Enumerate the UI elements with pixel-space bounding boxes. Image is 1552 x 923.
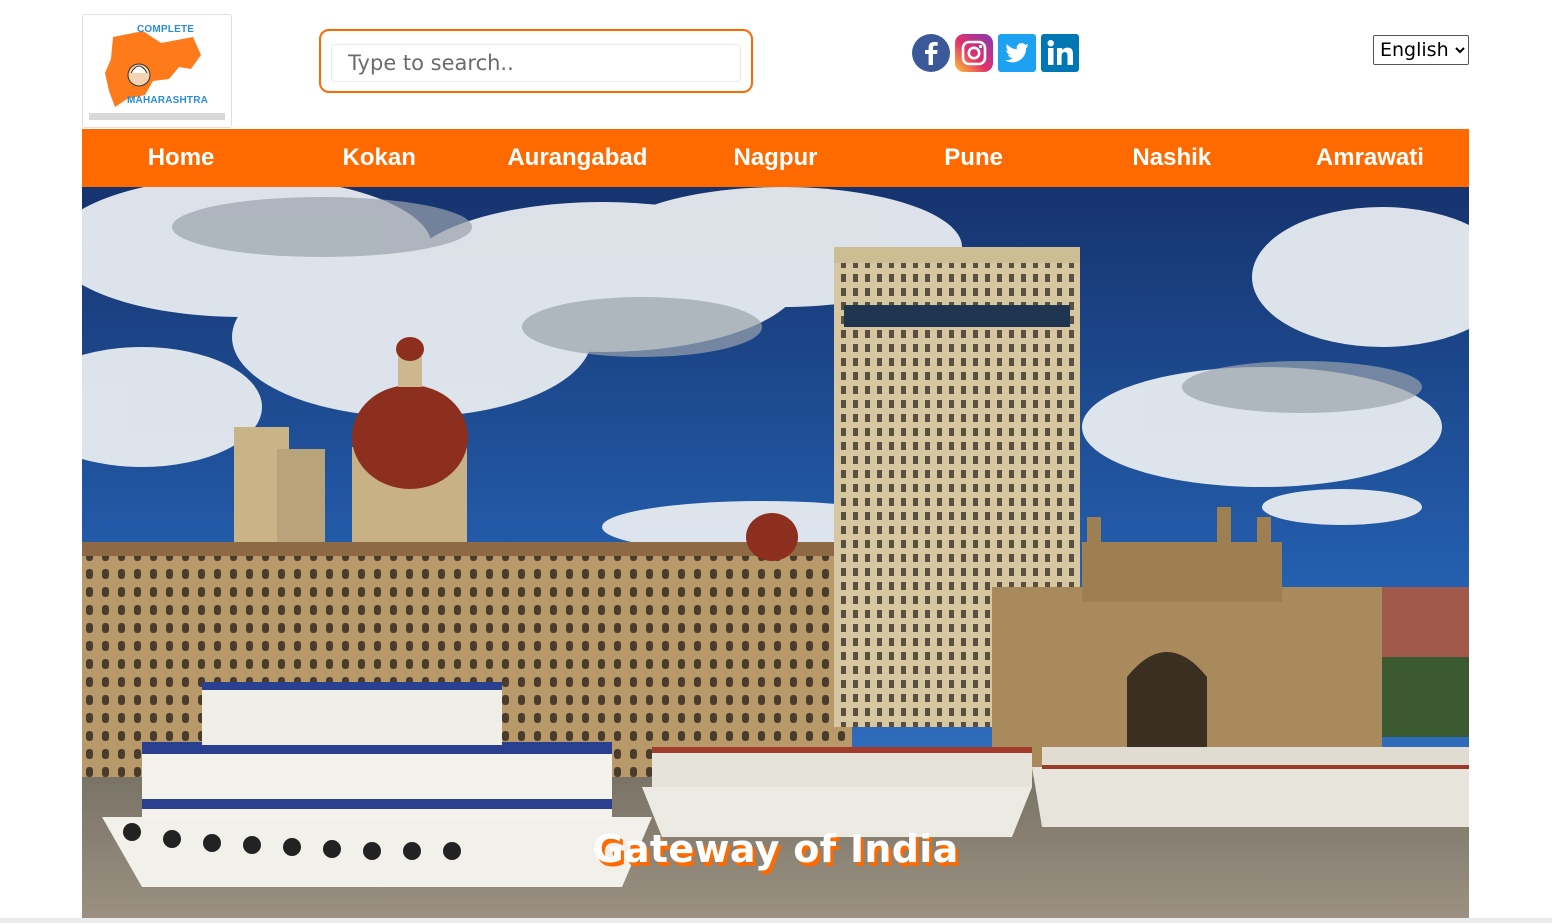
logo-text-top: COMPLETE <box>137 24 195 35</box>
search-box <box>319 29 753 93</box>
instagram-icon[interactable] <box>955 34 993 72</box>
nav-item-amrawati[interactable]: Amrawati <box>1271 129 1469 187</box>
page-bottom-divider <box>0 918 1552 923</box>
nav-item-kokan[interactable]: Kokan <box>280 129 478 187</box>
nav-item-pune[interactable]: Pune <box>875 129 1073 187</box>
hero-banner[interactable]: Gateway of India <box>82 187 1469 919</box>
nav-item-aurangabad[interactable]: Aurangabad <box>478 129 676 187</box>
facebook-icon[interactable] <box>912 34 950 72</box>
hero-caption: Gateway of India <box>592 827 959 871</box>
social-links <box>912 34 1079 72</box>
linkedin-icon[interactable] <box>1041 34 1079 72</box>
gateway-of-india-photo <box>82 187 1469 919</box>
nav-item-nagpur[interactable]: Nagpur <box>676 129 874 187</box>
search-input[interactable] <box>331 44 741 82</box>
main-nav: Home Kokan Aurangabad Nagpur Pune Nashik… <box>82 129 1469 187</box>
site-logo[interactable]: COMPLETE MAHARASHTRA <box>82 14 232 128</box>
twitter-icon[interactable] <box>998 34 1036 72</box>
nav-item-nashik[interactable]: Nashik <box>1073 129 1271 187</box>
nav-item-home[interactable]: Home <box>82 129 280 187</box>
language-select[interactable]: English <box>1373 35 1469 65</box>
logo-text-bottom: MAHARASHTRA <box>127 95 209 106</box>
